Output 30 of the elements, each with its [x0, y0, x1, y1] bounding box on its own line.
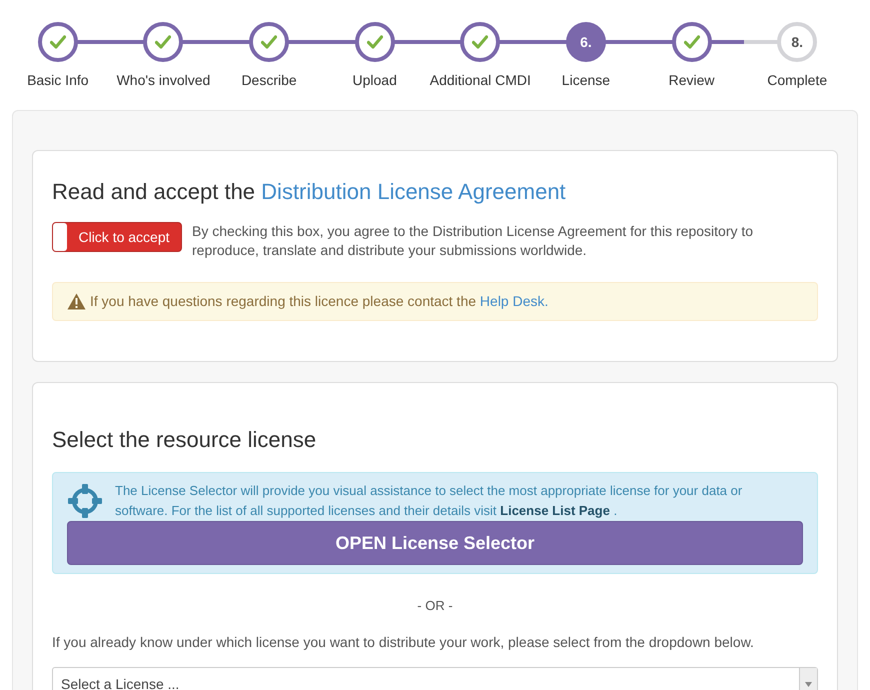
step-label: Upload — [352, 71, 397, 90]
warning-icon — [67, 293, 86, 310]
step-label: License — [562, 71, 610, 90]
license-list-link[interactable]: License List Page — [500, 503, 610, 518]
check-icon — [155, 35, 172, 49]
crosshair-icon — [67, 483, 103, 519]
or-separator: - OR - — [416, 597, 454, 615]
open-selector-button[interactable]: OPEN License Selector — [67, 521, 803, 565]
check-icon — [366, 35, 383, 49]
accept-toggle[interactable]: Click to accept — [52, 222, 182, 252]
check-icon — [50, 35, 66, 49]
help-desk-link[interactable]: Help Desk. — [480, 293, 548, 309]
step-label: Review — [668, 71, 715, 90]
license-hint: If you already know under which license you want to distribute your work, please select from the dropdown below. — [52, 632, 755, 652]
agreement-heading: Read and accept the Distribution License Agreement — [52, 178, 567, 206]
check-icon — [261, 35, 278, 49]
check-icon — [684, 35, 700, 49]
step-label: Complete — [767, 71, 828, 90]
step-label: Basic Info — [27, 71, 89, 90]
step-label: Describe — [241, 71, 297, 90]
check-icon — [472, 35, 488, 49]
warning-text: If you have questions regarding this licence please contact the Help Desk. — [90, 292, 548, 311]
license-select[interactable]: Select a License ... — [52, 666, 818, 690]
agreement-text: By checking this box, you agree to the Distribution License Agreement for this repository to reproduce, translate and distribute your submissions worldwide. — [192, 222, 754, 260]
agreement-link[interactable]: Distribution License Agreement — [261, 179, 566, 204]
step-label: Who's involved — [116, 71, 210, 90]
caret-icon — [805, 682, 812, 687]
license-heading: Select the resource license — [52, 426, 318, 454]
info-text: The License Selector will provide you visual assistance to select the most appropriate license for your data or software. For the list of all supported licenses and their details visit License List Page . — [115, 482, 744, 520]
step-label: Additional CMDI — [430, 71, 531, 90]
